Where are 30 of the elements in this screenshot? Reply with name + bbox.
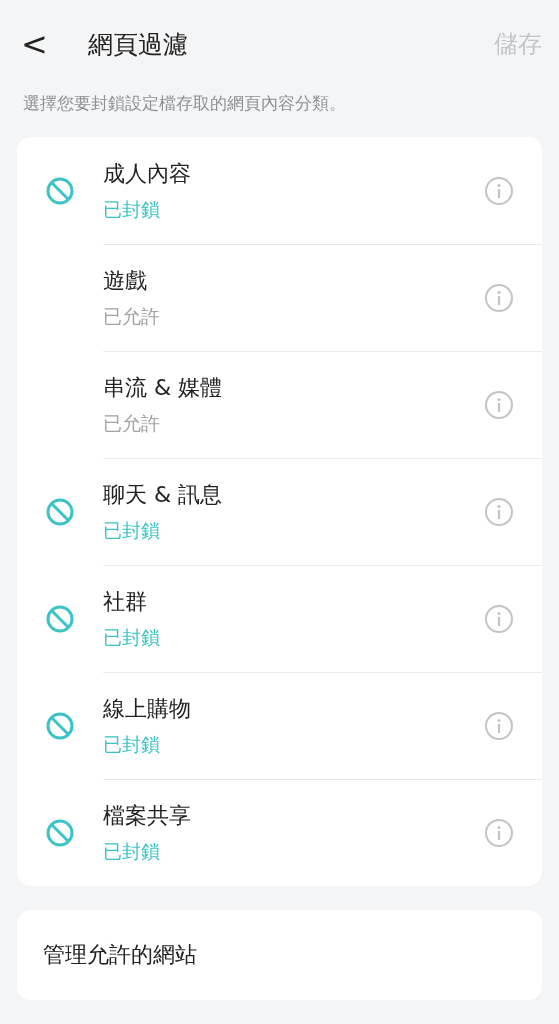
category-status: 已封鎖 <box>103 196 161 222</box>
block-icon <box>45 175 75 206</box>
category-name[interactable]: 串流 & 媒體 <box>103 373 223 403</box>
category-name[interactable]: 聊天 & 訊息 <box>103 480 223 510</box>
category-name[interactable]: 社群 <box>103 587 160 617</box>
category-name[interactable]: 線上購物 <box>103 694 191 724</box>
category-status: 已允許 <box>103 304 160 329</box>
block-icon <box>45 496 75 527</box>
category-name[interactable]: 遊戲 <box>103 266 160 296</box>
category-name[interactable]: 檔案共享 <box>103 801 191 831</box>
info-icon[interactable] <box>484 175 514 206</box>
category-status: 已封鎖 <box>103 518 161 543</box>
info-icon[interactable] <box>484 604 514 634</box>
block-icon <box>45 603 75 634</box>
page-title: 網頁過濾 <box>87 28 189 61</box>
block-icon <box>45 817 75 848</box>
info-icon[interactable] <box>484 283 514 313</box>
category-status: 已封鎖 <box>103 625 160 650</box>
category-status: 已封鎖 <box>103 732 161 757</box>
back-button[interactable]: < <box>17 25 52 63</box>
description-text: 選擇您要封鎖設定檔存取的網頁內容分類。 <box>22 92 347 115</box>
info-icon[interactable] <box>484 711 514 741</box>
info-icon[interactable] <box>484 818 514 848</box>
manage-sites-item[interactable]: 管理允許的網站 <box>17 910 542 1000</box>
category-status: 已封鎖 <box>103 839 161 864</box>
category-name[interactable]: 成人內容 <box>103 158 191 189</box>
info-icon[interactable] <box>484 497 514 527</box>
category-status: 已允許 <box>103 411 161 436</box>
block-icon <box>45 710 75 741</box>
info-icon[interactable] <box>484 390 514 420</box>
